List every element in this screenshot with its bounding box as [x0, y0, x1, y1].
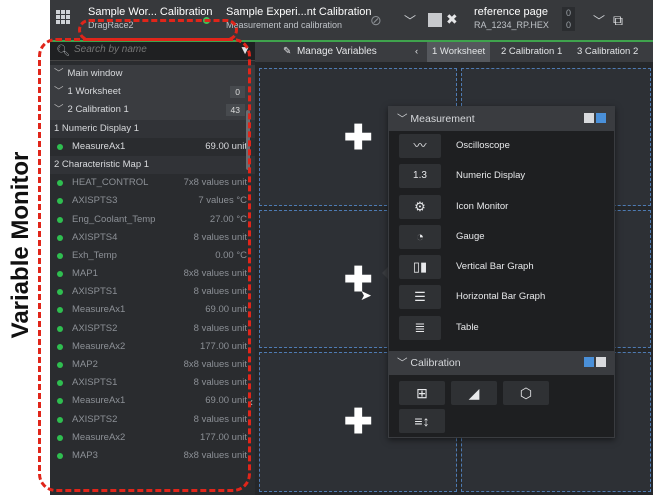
menu-item-icon-monitor[interactable]: ⚙ Icon Monitor — [389, 192, 614, 222]
grid-view-icon[interactable] — [584, 113, 594, 123]
tools-icon[interactable]: ✖ — [446, 11, 458, 28]
chevron-down-icon[interactable]: ﹀ — [593, 12, 605, 29]
list-view-icon[interactable] — [596, 357, 606, 368]
tab-worksheet[interactable]: 1 Worksheet — [427, 42, 491, 62]
variable-monitor-annotation: Variable Monitor — [7, 151, 34, 339]
table-editor-icon[interactable]: ⊞ — [399, 381, 445, 406]
menu-item-numeric-display[interactable]: 1.3 Numeric Display — [389, 161, 614, 191]
menu-item-vertical-bar-graph[interactable]: ▯▮ Vertical Bar Graph — [389, 252, 614, 282]
disconnected-icon[interactable]: ⊘ — [370, 12, 382, 29]
tab-bar: ✎ Manage Variables ‹ 1 Worksheet 2 Calib… — [255, 42, 653, 62]
variable-monitor-highlight — [38, 38, 251, 492]
menu-item-gauge[interactable]: ◔ Gauge — [389, 222, 614, 252]
experiment-selector[interactable]: Sample Experi...nt Calibration Measuremen… — [226, 6, 372, 32]
menu-item-oscilloscope[interactable]: 〰 Oscilloscope — [389, 131, 614, 161]
curve-editor-icon[interactable]: ◢ — [451, 381, 497, 406]
horizontal-bar-graph-icon: ☰ — [399, 285, 441, 310]
reference-page-selector[interactable]: reference page RA_1234_RP.HEX — [474, 6, 549, 32]
gauge-icon: ◔ — [399, 224, 441, 249]
add-instrument-icon[interactable]: ✚ — [344, 121, 373, 155]
reference-page-counts: 00 — [562, 7, 576, 31]
grid-view-icon[interactable] — [584, 357, 594, 368]
tab-calibration-1[interactable]: 2 Calibration 1 — [501, 42, 562, 62]
menu-item-table[interactable]: ≣ Table — [389, 313, 614, 343]
vertical-bar-graph-icon: ▯▮ — [399, 255, 441, 280]
add-instrument-popup: ﹀ Measurement 〰 Oscilloscope 1.3 Numeric D… — [388, 106, 615, 438]
oscilloscope-icon: 〰 — [399, 134, 441, 158]
chevron-down-icon[interactable]: ﹀ — [404, 12, 416, 29]
manage-variables-button[interactable]: ✎ Manage Variables — [283, 42, 377, 62]
menu-item-horizontal-bar-graph[interactable]: ☰ Horizontal Bar Graph — [389, 282, 614, 312]
table-icon: ≣ — [399, 315, 441, 340]
tab-calibration-2[interactable]: 3 Calibration 2 — [577, 42, 638, 62]
numeric-display-icon: 1.3 — [399, 164, 441, 189]
add-instrument-icon[interactable]: ✚ — [344, 405, 373, 439]
measurement-section-header[interactable]: ﹀ Measurement — [389, 107, 614, 131]
tabs-scroll-left-icon[interactable]: ‹ — [415, 42, 418, 62]
mouse-cursor-icon: ➤ — [360, 287, 372, 303]
stop-square-icon[interactable] — [428, 13, 442, 27]
icon-monitor-icon: ⚙ — [399, 194, 441, 219]
copy-pages-icon[interactable]: ⧉ — [613, 12, 623, 29]
project-highlight — [78, 19, 238, 41]
value-editor-icon[interactable]: ≡↕ — [399, 409, 445, 434]
calibration-section-header[interactable]: ﹀ Calibration — [389, 351, 614, 376]
app-grid-icon[interactable] — [56, 10, 70, 24]
map-3d-icon[interactable]: ⬡ — [503, 381, 549, 406]
list-view-icon[interactable] — [596, 113, 606, 123]
